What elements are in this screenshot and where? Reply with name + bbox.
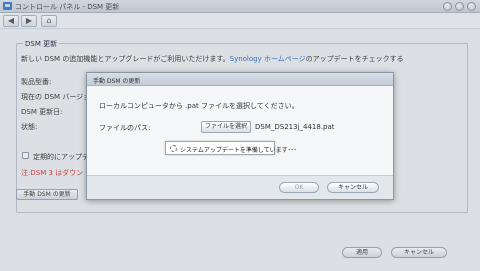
dialog-footer: OK キャンセル	[87, 175, 393, 199]
ok-button[interactable]: OK	[279, 182, 319, 193]
manual-update-dialog: 手動 DSM の更新 ローカルコンピュータから .pat ファイルを選択してくだ…	[86, 72, 394, 200]
choose-file-button[interactable]: ファイルを選択	[201, 121, 251, 133]
dialog-cancel-button[interactable]: キャンセル	[327, 182, 379, 193]
file-path-label: ファイルのパス:	[99, 124, 151, 132]
dialog-titlebar: 手動 DSM の更新	[87, 73, 393, 86]
progress-text: システムアップデートを準備しています･･･	[180, 147, 297, 154]
dialog-instruction: ローカルコンピュータから .pat ファイルを選択してください。	[99, 102, 299, 110]
loading-spinner-icon	[170, 145, 177, 152]
selected-file-name: DSM_DS213j_4418.pat	[255, 123, 335, 131]
progress-message-box: システムアップデートを準備しています･･･	[165, 141, 297, 155]
dialog-title: 手動 DSM の更新	[93, 78, 141, 85]
